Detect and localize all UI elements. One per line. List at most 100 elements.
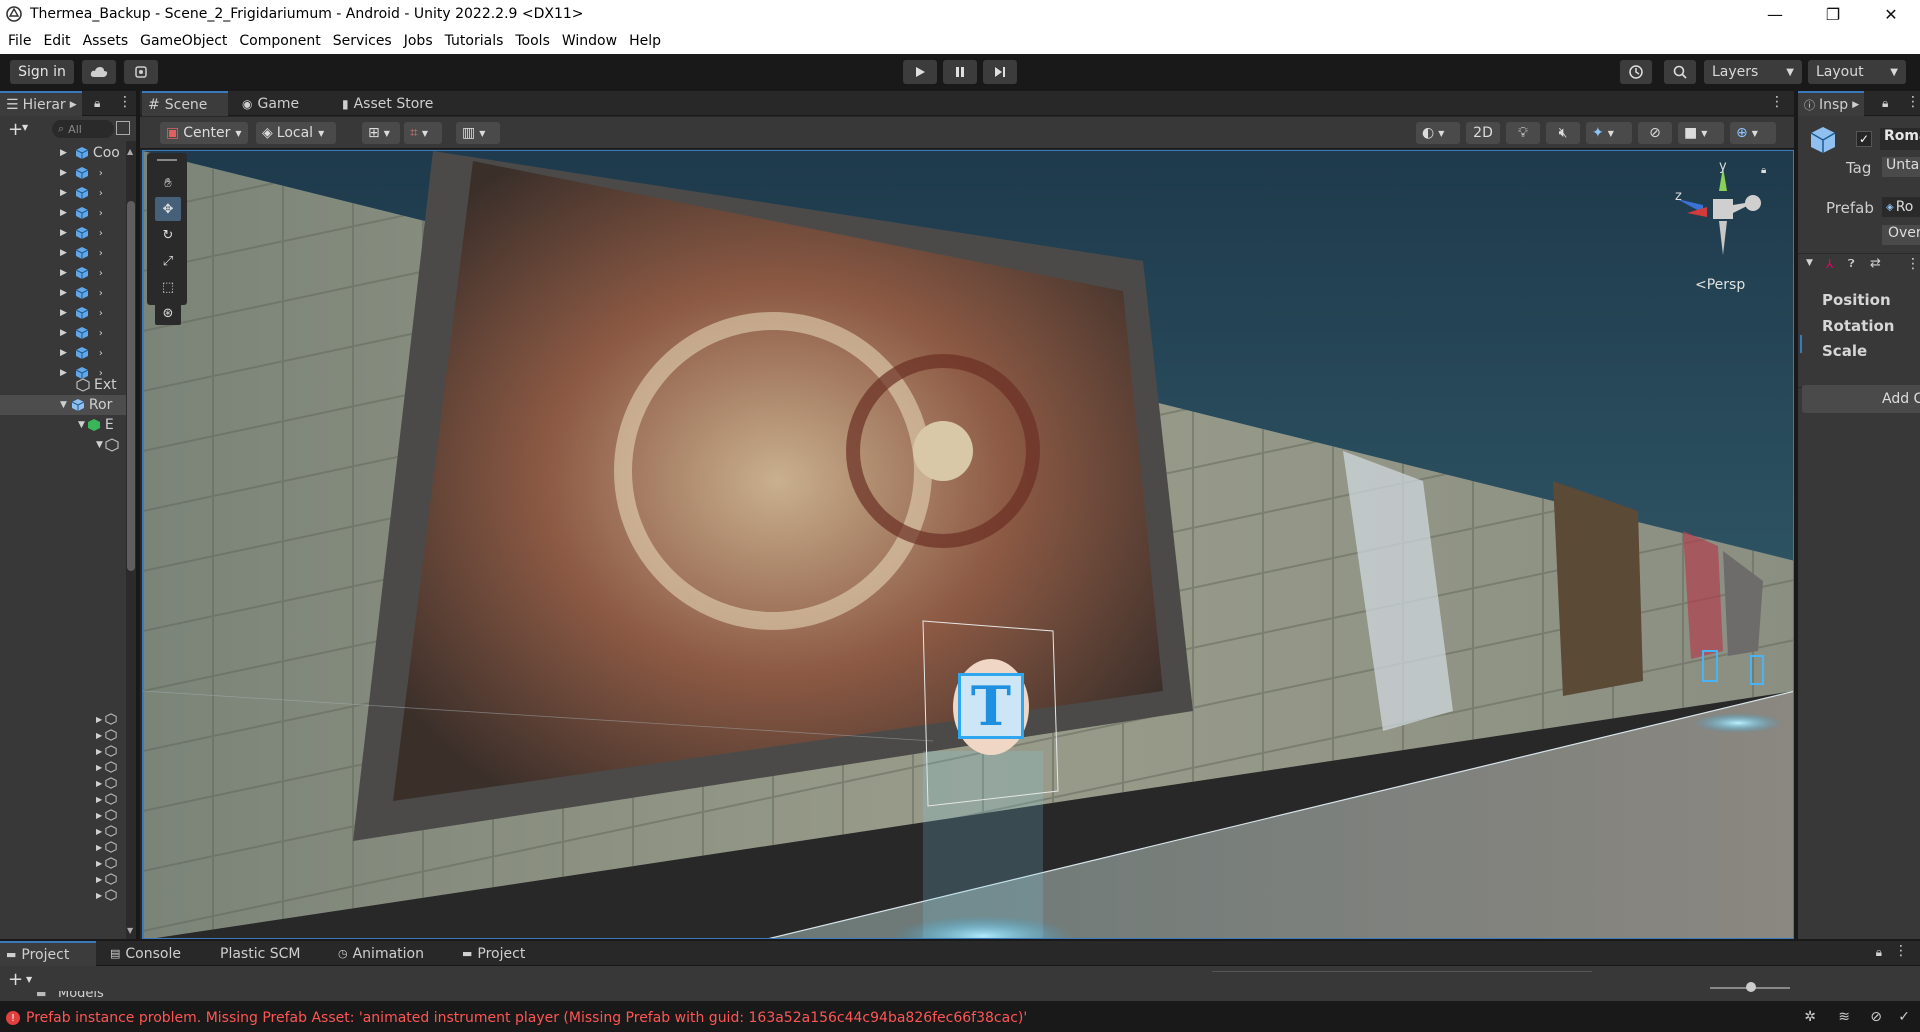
chevron-right-icon[interactable]: ▶	[96, 827, 102, 836]
cloud-button[interactable]	[82, 60, 116, 84]
menu-gameobject[interactable]: GameObject	[134, 33, 233, 49]
camera-dropdown[interactable]: ■ ▼	[1678, 122, 1724, 144]
list-item[interactable]: ▶	[0, 839, 136, 855]
scene-visibility-icon[interactable]	[116, 121, 130, 135]
menu-help[interactable]: Help	[623, 33, 667, 49]
chevron-right-icon[interactable]: ▶	[60, 228, 67, 238]
menu-component[interactable]: Component	[233, 33, 326, 49]
transform-header[interactable]: ▼ ⅄ ❓︎ ⇄ ⋮	[1798, 253, 1920, 277]
tab-hierarchy[interactable]: ☰ Hierar ▶	[0, 91, 82, 116]
tab-project-2[interactable]: ▬ Project	[456, 941, 552, 966]
layout-dropdown[interactable]: Layout ▼	[1808, 60, 1906, 84]
chevron-right-icon[interactable]: ▶	[60, 328, 67, 338]
chevron-right-icon[interactable]: ▶	[60, 248, 67, 258]
list-item[interactable]: ▶ Coo	[0, 143, 136, 163]
list-item[interactable]: ▶	[0, 775, 136, 791]
object-name-field[interactable]: Roma	[1880, 128, 1920, 150]
play-button[interactable]	[903, 60, 937, 84]
chevron-up-icon[interactable]: ▲	[127, 147, 133, 156]
increment-snap-button[interactable]: ⌗ ▼	[404, 122, 442, 144]
check-circle-icon[interactable]: ✓	[1898, 1009, 1910, 1025]
tab-asset-store[interactable]: ▮ Asset Store	[336, 91, 456, 116]
chevron-down-icon[interactable]: ▼	[1806, 258, 1813, 268]
tab-console[interactable]: ▤ Console	[104, 941, 204, 966]
presets-icon[interactable]: ⇄	[1870, 256, 1881, 271]
chevron-right-icon[interactable]: ›	[99, 308, 103, 319]
transform-tool-button[interactable]: ⊛	[155, 301, 181, 325]
chevron-right-icon[interactable]: ›	[99, 168, 103, 179]
list-item[interactable]: ▶ ›	[0, 203, 136, 223]
list-item[interactable]: ▶	[0, 791, 136, 807]
list-item[interactable]: ▶ ›	[0, 243, 136, 263]
chevron-right-icon[interactable]: ›	[99, 268, 103, 279]
restore-button[interactable]: ❐	[1804, 0, 1862, 28]
chevron-right-icon[interactable]: ▶	[96, 763, 102, 772]
minimize-button[interactable]: —	[1746, 0, 1804, 28]
list-item[interactable]: ▶	[0, 855, 136, 871]
sign-in-button[interactable]: Sign in	[10, 60, 74, 84]
chevron-right-icon[interactable]: ▶	[96, 795, 102, 804]
slider-handle[interactable]	[1746, 982, 1756, 992]
space-dropdown[interactable]: ◈ Local ▼	[256, 122, 336, 144]
lock-icon[interactable]: 🔒︎	[1882, 96, 1888, 111]
step-button[interactable]	[983, 60, 1017, 84]
list-item[interactable]: ▶	[0, 727, 136, 743]
list-item[interactable]: ▶	[0, 759, 136, 775]
projection-label[interactable]: <Persp	[1695, 277, 1745, 293]
list-item[interactable]: Ext	[0, 375, 136, 395]
chevron-right-icon[interactable]: ▶	[96, 891, 102, 900]
add-component-button[interactable]: Add C	[1802, 385, 1920, 413]
chevron-right-icon[interactable]: ▶	[60, 208, 67, 218]
bug-icon[interactable]: ✲	[1804, 1009, 1816, 1025]
kebab-menu-icon[interactable]: ⋮	[1906, 94, 1920, 110]
layers-stack-icon[interactable]: ≋	[1838, 1009, 1850, 1025]
chevron-right-icon[interactable]: ›	[99, 348, 103, 359]
chevron-down-icon[interactable]: ▼	[26, 975, 32, 984]
scale-tool-button[interactable]: ⤢	[155, 249, 181, 273]
chevron-right-icon[interactable]: ▶	[60, 168, 67, 178]
menu-window[interactable]: Window	[556, 33, 623, 49]
help-icon[interactable]: ❓︎	[1848, 257, 1855, 271]
list-item[interactable]: ▼ E	[0, 415, 136, 435]
project-folder-row[interactable]: ▬ Models	[20, 991, 280, 1001]
menu-tutorials[interactable]: Tutorials	[439, 33, 510, 49]
tab-project[interactable]: ▬ Project	[0, 941, 96, 966]
hand-tool-button[interactable]: ✋︎	[155, 171, 181, 195]
add-icon[interactable]: +	[8, 119, 23, 140]
menu-assets[interactable]: Assets	[77, 33, 135, 49]
active-checkbox[interactable]: ✓	[1856, 131, 1872, 147]
list-item[interactable]: ▶ ›	[0, 343, 136, 363]
tab-animation[interactable]: ◷ Animation	[332, 941, 442, 966]
chevron-down-icon[interactable]: ▼	[127, 926, 133, 935]
list-item[interactable]: ▶ ›	[0, 163, 136, 183]
chevron-right-icon[interactable]: ▶	[96, 715, 102, 724]
chevron-down-icon[interactable]: ▼	[22, 123, 28, 132]
chevron-right-icon[interactable]: ›	[99, 228, 103, 239]
chevron-right-icon[interactable]: ▶	[96, 811, 102, 820]
menu-jobs[interactable]: Jobs	[398, 33, 439, 49]
pivot-dropdown[interactable]: ▣ Center ▼	[160, 122, 248, 144]
chevron-right-icon[interactable]: ▶	[96, 875, 102, 884]
lock-icon[interactable]: 🔒︎	[1876, 945, 1882, 960]
list-item[interactable]: ▼	[0, 435, 136, 455]
kebab-menu-icon[interactable]: ⋮	[118, 94, 132, 110]
chevron-right-icon[interactable]: ▶	[96, 747, 102, 756]
move-tool-button[interactable]: ✥	[155, 197, 181, 221]
menu-tools[interactable]: Tools	[509, 33, 556, 49]
chevron-right-icon[interactable]: ›	[99, 288, 103, 299]
chevron-right-icon[interactable]: ▶	[96, 859, 102, 868]
list-item[interactable]: ▶	[0, 871, 136, 887]
history-button[interactable]	[1620, 60, 1652, 84]
chevron-right-icon[interactable]: ▶	[96, 731, 102, 740]
tab-plastic-scm[interactable]: Plastic SCM	[214, 941, 314, 966]
collab-button[interactable]	[124, 60, 158, 84]
chevron-right-icon[interactable]: ›	[99, 188, 103, 199]
hierarchy-scrollbar[interactable]: ▲ ▼	[126, 141, 136, 939]
prefab-field[interactable]: ◈ Ro	[1882, 197, 1920, 217]
chevron-right-icon[interactable]: ▶	[60, 268, 67, 278]
chevron-right-icon[interactable]: ›	[99, 328, 103, 339]
menu-services[interactable]: Services	[327, 33, 398, 49]
scene-viewport[interactable]: T ✋︎ ✥ ↻ ⤢ ⬚ ⊛ y z 🔒︎ <Persp	[142, 150, 1794, 939]
tab-scene[interactable]: # Scene	[142, 91, 228, 116]
gizmo-lock-icon[interactable]: 🔒︎	[1761, 165, 1766, 176]
